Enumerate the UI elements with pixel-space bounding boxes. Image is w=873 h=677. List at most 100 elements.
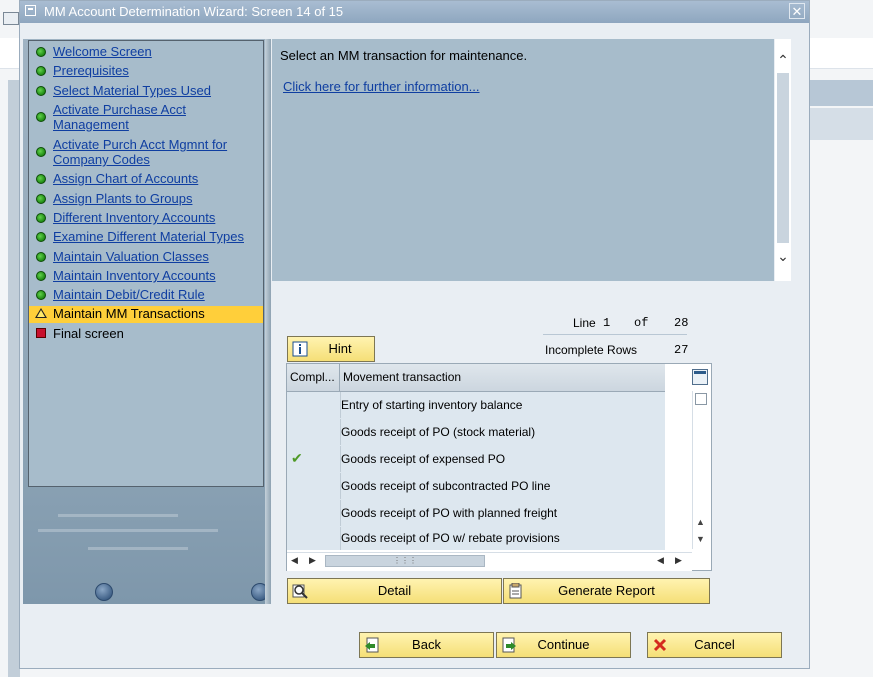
nav-item-welcome-screen[interactable]: Welcome Screen <box>29 44 263 61</box>
panel-splitter[interactable] <box>265 39 271 604</box>
decoration-stripe <box>38 529 218 532</box>
detail-magnifier-icon <box>292 584 308 599</box>
nav-item-select-material-types[interactable]: Select Material Types Used <box>29 83 263 100</box>
mm-transactions-table: Compl... Movement transaction Entry of s… <box>286 363 712 571</box>
nav-item-activate-purch-company-codes[interactable]: Activate Purch Acct Mgmnt for Company Co… <box>29 137 263 169</box>
table-header: Compl... Movement transaction <box>287 364 665 392</box>
table-horizontal-scrollbar[interactable]: ◀ ▶ ⋮⋮⋮ ◀ ▶ <box>287 552 692 571</box>
scrollbar-thumb[interactable]: ⋮⋮⋮ <box>325 555 485 567</box>
nav-item-label[interactable]: Prerequisites <box>53 63 258 78</box>
detail-button[interactable]: Detail <box>287 578 502 604</box>
nav-item-label[interactable]: Activate Purch Acct Mgmnt for Company Co… <box>53 137 258 167</box>
scroll-up-icon[interactable]: ⌃ <box>776 53 790 67</box>
table-row[interactable]: Goods receipt of PO with planned freight <box>287 500 665 528</box>
nav-item-label[interactable]: Maintain Debit/Credit Rule <box>53 287 258 302</box>
nav-item-assign-plants[interactable]: Assign Plants to Groups <box>29 191 263 208</box>
scrollbar-thumb[interactable] <box>777 73 789 243</box>
complete-cell[interactable] <box>287 473 341 499</box>
transaction-cell[interactable]: Goods receipt of expensed PO <box>340 446 666 472</box>
info-scrollbar[interactable]: ⌃ ⌄ <box>775 39 791 281</box>
nav-item-prerequisites[interactable]: Prerequisites <box>29 63 263 80</box>
table-row[interactable]: Goods receipt of subcontracted PO line <box>287 473 665 501</box>
nav-item-label[interactable]: Assign Chart of Accounts <box>53 171 258 186</box>
green-dot-icon <box>36 213 46 223</box>
nav-item-label: Final screen <box>53 326 124 341</box>
column-header-complete[interactable]: Compl... <box>287 364 340 391</box>
scroll-right-icon[interactable]: ▶ <box>675 555 682 566</box>
green-dot-icon <box>36 174 46 184</box>
green-dot-icon <box>36 47 46 57</box>
nav-item-maintain-debit-credit-rule[interactable]: Maintain Debit/Credit Rule <box>29 287 263 304</box>
scroll-left-icon[interactable]: ◀ <box>657 555 664 566</box>
table-settings-icon[interactable] <box>692 369 708 385</box>
info-panel: Select an MM transaction for maintenance… <box>272 39 774 281</box>
nav-item-maintain-valuation-classes[interactable]: Maintain Valuation Classes <box>29 249 263 266</box>
nav-item-maintain-mm-transactions[interactable]: Maintain MM Transactions <box>29 306 263 323</box>
scroll-left-icon[interactable] <box>95 583 113 601</box>
complete-cell[interactable] <box>287 419 341 445</box>
back-button[interactable]: Back <box>359 632 494 658</box>
continue-button-label: Continue <box>537 637 590 652</box>
transaction-cell[interactable]: Goods receipt of PO (stock material) <box>340 419 666 445</box>
continue-button[interactable]: Continue <box>496 632 631 658</box>
complete-cell[interactable]: ✔ <box>287 446 341 472</box>
nav-item-different-inventory-accounts[interactable]: Different Inventory Accounts <box>29 210 263 227</box>
scroll-down-icon[interactable]: ⌄ <box>776 249 790 263</box>
table-row[interactable]: Entry of starting inventory balance <box>287 392 665 420</box>
decoration-stripe <box>88 547 188 550</box>
hint-button[interactable]: Hint <box>287 336 375 362</box>
counter-divider <box>543 334 631 335</box>
column-header-movement-transaction[interactable]: Movement transaction <box>340 364 665 391</box>
info-text: Select an MM transaction for maintenance… <box>280 48 528 63</box>
transaction-cell[interactable]: Goods receipt of subcontracted PO line <box>340 473 666 499</box>
nav-item-label[interactable]: Select Material Types Used <box>53 83 258 98</box>
scroll-right-icon[interactable]: ▶ <box>309 555 316 566</box>
scrollbar-thumb[interactable] <box>695 393 707 405</box>
detail-button-label: Detail <box>377 583 412 598</box>
complete-cell[interactable] <box>287 500 341 526</box>
further-information-link[interactable]: Click here for further information... <box>283 79 480 94</box>
nav-item-label[interactable]: Welcome Screen <box>53 44 258 59</box>
wizard-step-panel: Welcome Screen Prerequisites Select Mate… <box>23 39 271 604</box>
green-dot-icon <box>36 290 46 300</box>
nav-item-assign-chart-of-accounts[interactable]: Assign Chart of Accounts <box>29 171 263 188</box>
table-row[interactable]: Goods receipt of PO (stock material) <box>287 419 665 447</box>
transaction-cell[interactable]: Entry of starting inventory balance <box>340 392 666 418</box>
scroll-left-icon[interactable]: ◀ <box>291 555 298 566</box>
incomplete-rows-label: Incomplete Rows <box>545 343 638 357</box>
table-row[interactable]: Goods receipt of PO w/ rebate provisions <box>287 527 665 550</box>
nav-item-label[interactable]: Maintain MM Transactions <box>53 306 258 321</box>
window-icon <box>25 5 36 16</box>
of-label: of <box>634 316 649 330</box>
transaction-cell[interactable]: Goods receipt of PO with planned freight <box>340 500 666 526</box>
transaction-cell[interactable]: Goods receipt of PO w/ rebate provisions <box>340 527 666 553</box>
nav-item-label[interactable]: Maintain Inventory Accounts <box>53 268 258 283</box>
nav-item-final-screen: Final screen <box>29 326 263 343</box>
table-vertical-scrollbar[interactable]: ▲ ▼ <box>692 391 711 549</box>
back-icon <box>365 637 379 653</box>
nav-item-label[interactable]: Assign Plants to Groups <box>53 191 258 206</box>
nav-item-label[interactable]: Maintain Valuation Classes <box>53 249 258 264</box>
generate-report-button[interactable]: Generate Report <box>503 578 710 604</box>
table-row[interactable]: ✔ Goods receipt of expensed PO <box>287 446 665 474</box>
cancel-button-label: Cancel <box>694 637 735 652</box>
cancel-button[interactable]: Cancel <box>647 632 782 658</box>
nav-item-label[interactable]: Activate Purchase Acct Management <box>53 102 258 132</box>
panel-decoration <box>28 509 264 569</box>
wizard-step-list: Welcome Screen Prerequisites Select Mate… <box>28 40 264 487</box>
nav-item-label[interactable]: Examine Different Material Types <box>53 229 258 244</box>
complete-cell[interactable] <box>287 527 341 550</box>
nav-item-maintain-inventory-accounts[interactable]: Maintain Inventory Accounts <box>29 268 263 285</box>
green-dot-icon <box>36 252 46 262</box>
green-dot-icon <box>36 86 46 96</box>
close-button[interactable]: ✕ <box>789 3 805 19</box>
nav-item-label[interactable]: Different Inventory Accounts <box>53 210 258 225</box>
line-label: Line <box>573 316 596 330</box>
nav-item-activate-purchase-acct[interactable]: Activate Purchase Acct Management <box>29 102 263 134</box>
scroll-down-icon[interactable]: ▼ <box>696 534 705 544</box>
total-lines-value: 28 <box>674 316 689 330</box>
green-dot-icon <box>36 194 46 204</box>
complete-cell[interactable] <box>287 392 341 418</box>
nav-item-examine-material-types[interactable]: Examine Different Material Types <box>29 229 263 246</box>
scroll-up-icon[interactable]: ▲ <box>696 517 705 527</box>
